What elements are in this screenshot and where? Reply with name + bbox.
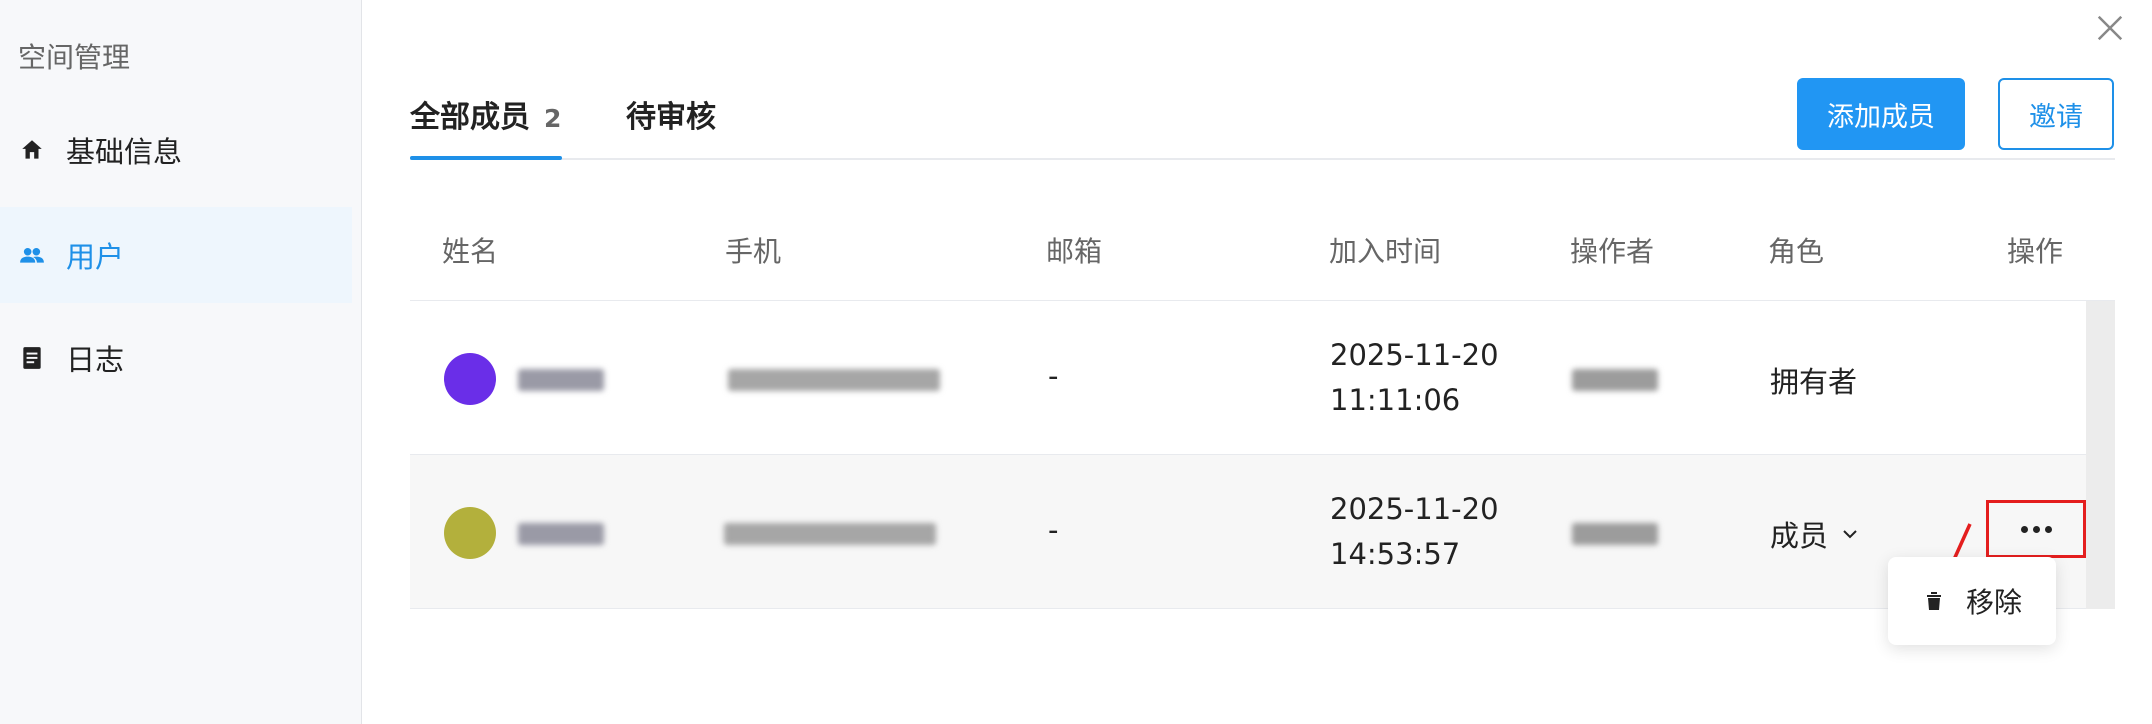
table-header: 姓名 手机 邮箱 加入时间 操作者 角色 操作 [410, 200, 2115, 301]
sidebar-item-label: 用户 [66, 240, 125, 274]
operator-redacted [1572, 369, 1658, 391]
join-time-cell: 2025-11-20 14:53:57 [1330, 487, 1499, 577]
role-value: 成员 [1770, 519, 1829, 553]
active-tab-indicator [410, 156, 562, 160]
column-header-name: 姓名 [442, 235, 499, 268]
close-icon [2097, 15, 2123, 41]
add-member-button[interactable]: 添加成员 [1797, 78, 1965, 150]
avatar [444, 507, 496, 559]
join-date: 2025-11-20 [1330, 492, 1499, 526]
email-cell: - [1048, 359, 1059, 393]
users-icon [18, 241, 46, 269]
sidebar-item-users[interactable]: 用户 [0, 207, 352, 303]
phone-redacted [728, 369, 940, 391]
name-redacted [518, 523, 604, 545]
tab-all-members[interactable]: 全部成员 2 [410, 92, 561, 136]
column-header-operator: 操作者 [1570, 235, 1655, 268]
role-select[interactable]: 成员 [1770, 513, 1862, 555]
more-icon [2020, 525, 2052, 533]
sidebar-item-logs[interactable]: 日志 [0, 310, 352, 406]
chevron-down-icon [1843, 530, 1857, 539]
tab-all-label: 全部成员 [410, 100, 530, 135]
avatar [444, 353, 496, 405]
column-header-email: 邮箱 [1046, 235, 1103, 268]
sidebar-item-basic-info[interactable]: 基础信息 [0, 102, 352, 198]
row-actions-menu: 移除 [1888, 557, 2056, 645]
sidebar-item-label: 日志 [66, 343, 125, 377]
more-actions-button[interactable] [1986, 500, 2086, 558]
home-icon [18, 136, 46, 164]
invite-button[interactable]: 邀请 [1998, 78, 2114, 150]
menu-item-remove[interactable]: 移除 [1922, 581, 2022, 621]
space-management-window: 空间管理 基础信息 用户 日志 全部成员 2 待审核 添加成员 邀请 姓名 手机… [0, 0, 2152, 724]
trash-icon [1927, 592, 1941, 610]
table-scrollbar[interactable] [2086, 301, 2115, 609]
role-cell: 拥有者 [1770, 365, 1858, 399]
join-clock: 14:53:57 [1330, 537, 1461, 571]
operator-redacted [1572, 523, 1658, 545]
members-table: 姓名 手机 邮箱 加入时间 操作者 角色 操作 - 2025-11-20 11:… [410, 200, 2115, 609]
log-icon [18, 344, 46, 372]
sidebar-title: 空间管理 [18, 41, 131, 74]
phone-redacted [724, 523, 936, 545]
column-header-phone: 手机 [725, 235, 782, 268]
table-row: - 2025-11-20 11:11:06 拥有者 [410, 301, 2115, 455]
tab-pending-review[interactable]: 待审核 [626, 92, 716, 136]
email-cell: - [1048, 513, 1059, 547]
sidebar: 空间管理 基础信息 用户 日志 [0, 0, 362, 724]
close-button[interactable] [2088, 6, 2132, 50]
join-date: 2025-11-20 [1330, 338, 1499, 372]
member-count-badge: 2 [544, 104, 562, 133]
join-time-cell: 2025-11-20 11:11:06 [1330, 333, 1499, 423]
menu-item-label: 移除 [1966, 586, 2023, 619]
column-header-join-time: 加入时间 [1329, 235, 1442, 268]
sidebar-item-label: 基础信息 [66, 135, 183, 169]
join-clock: 11:11:06 [1330, 383, 1461, 417]
table-row: - 2025-11-20 14:53:57 成员 [410, 455, 2115, 609]
name-redacted [518, 369, 604, 391]
column-header-actions: 操作 [2007, 235, 2064, 268]
column-header-role: 角色 [1768, 235, 1825, 268]
